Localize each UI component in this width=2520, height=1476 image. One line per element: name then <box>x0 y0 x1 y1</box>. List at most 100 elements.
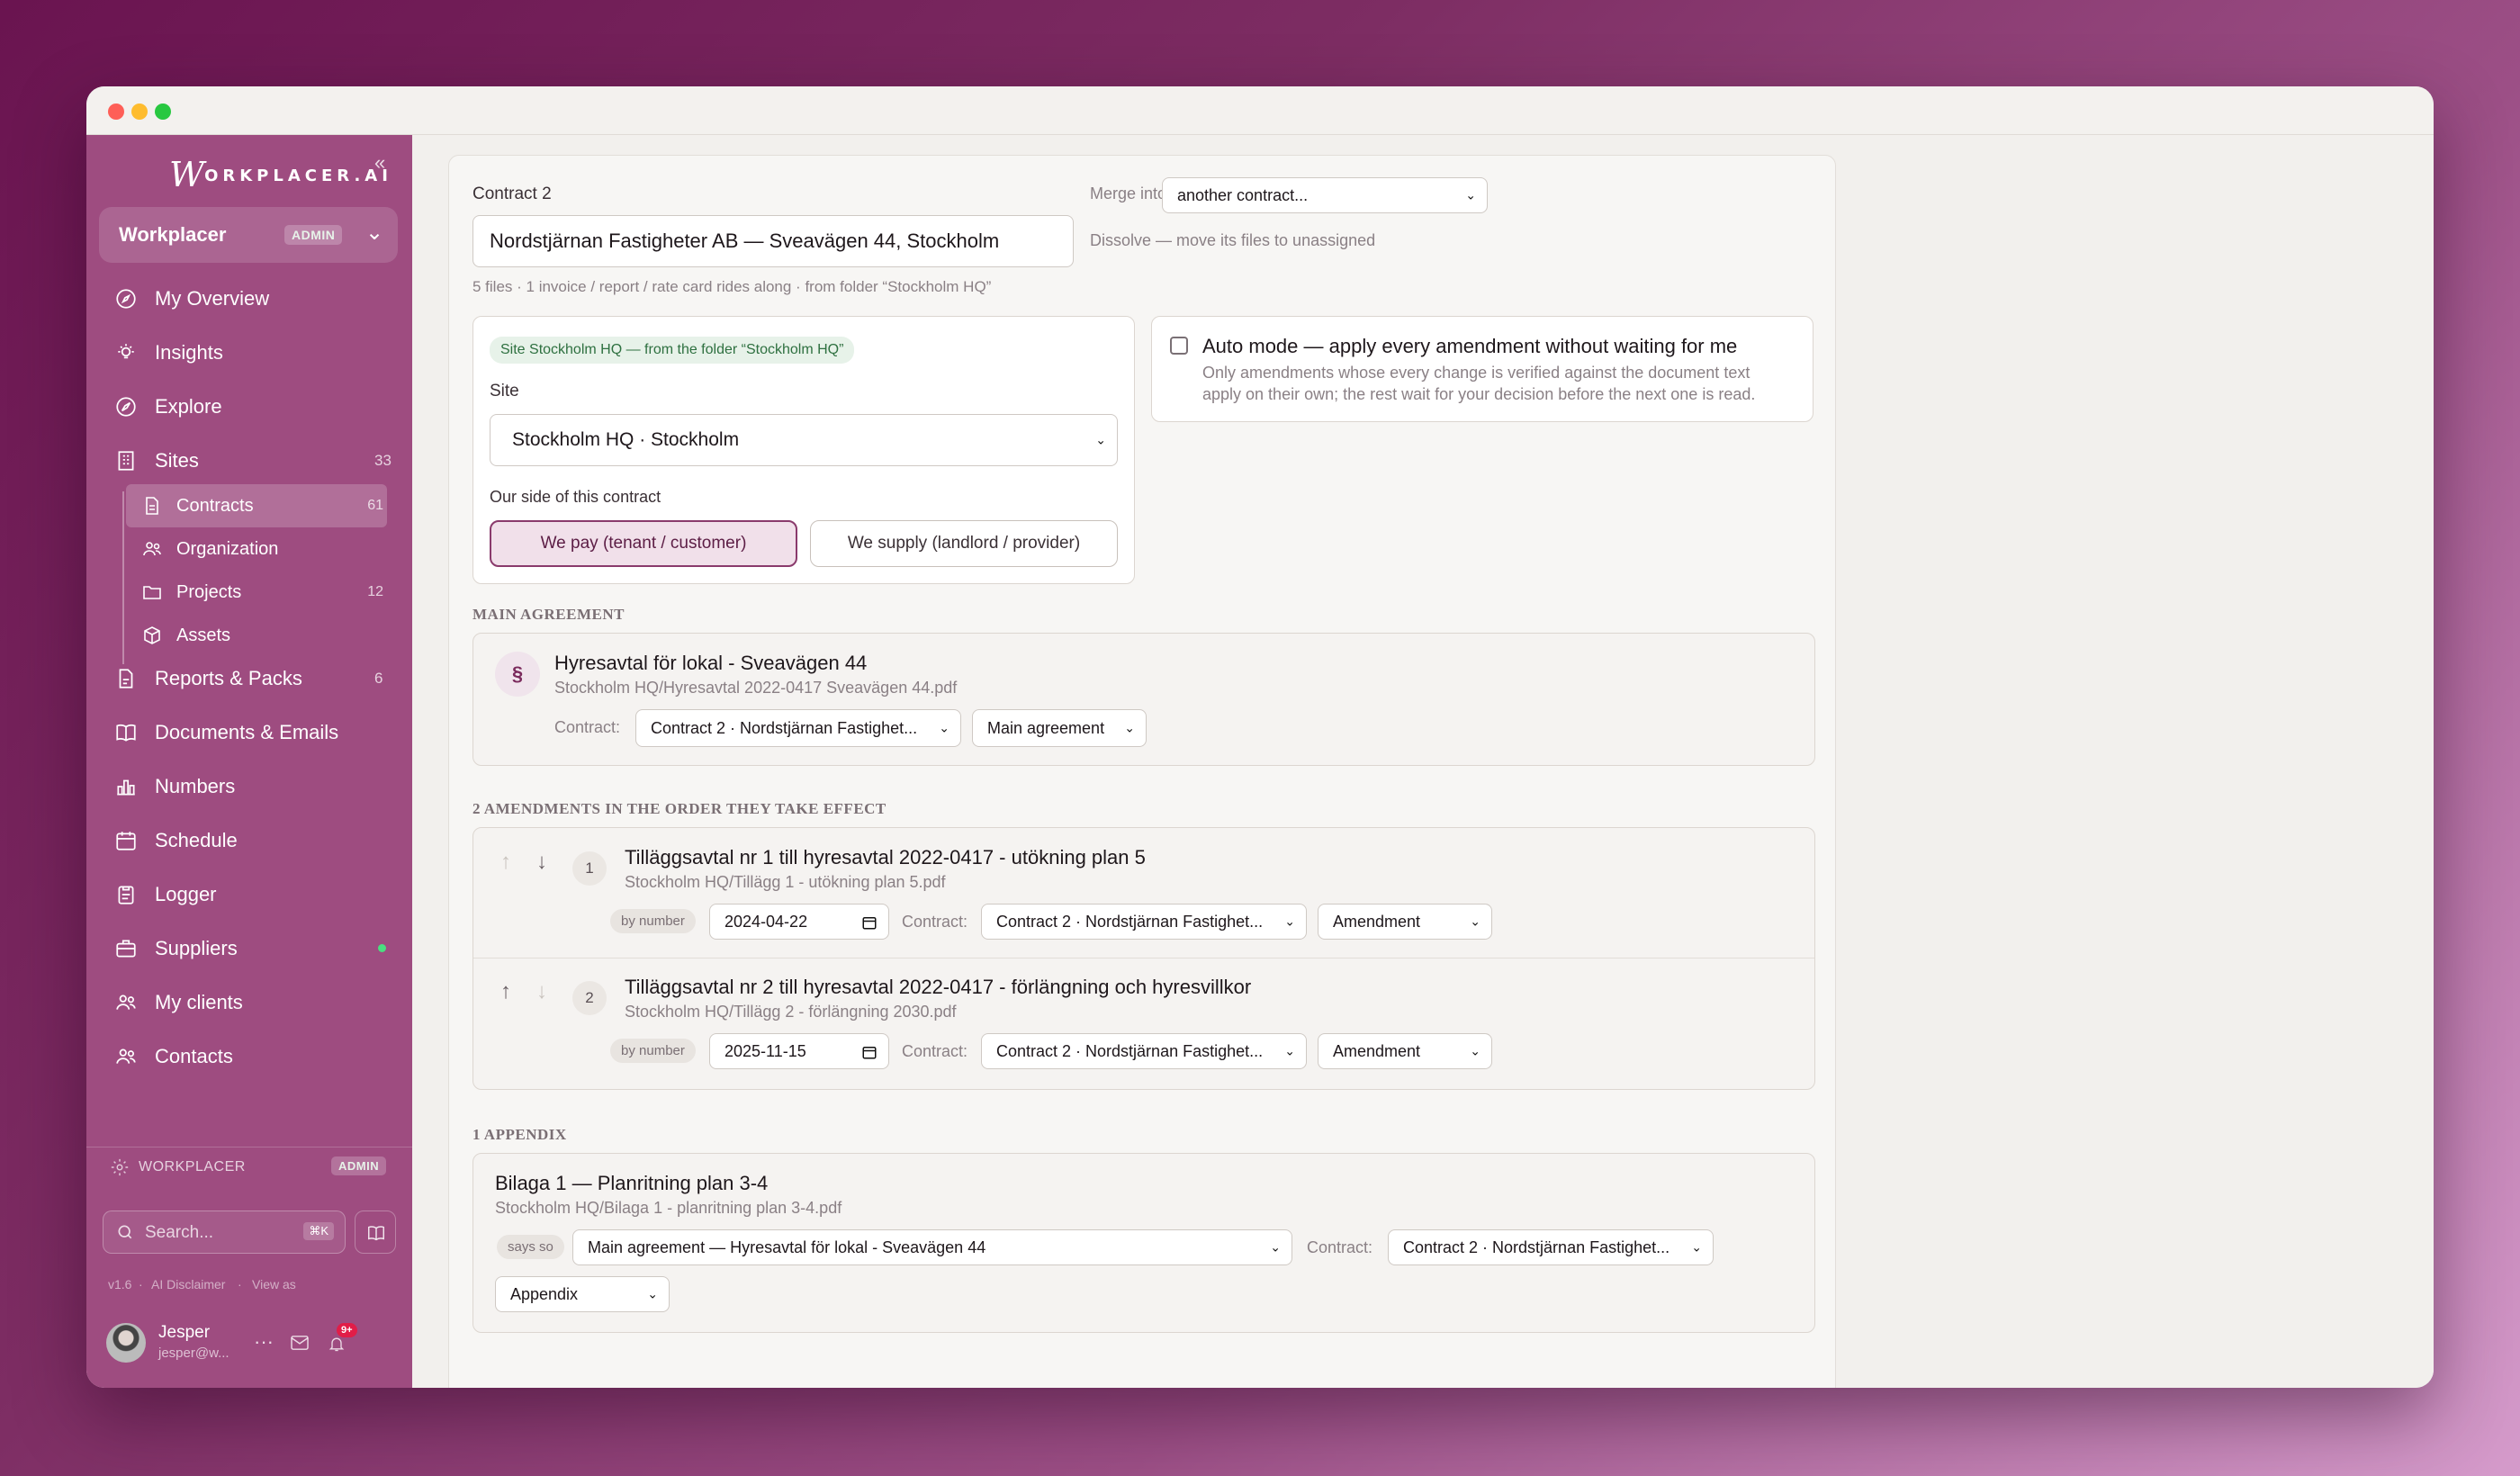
nav-documents-emails[interactable]: Documents & Emails <box>113 720 338 745</box>
calendar-icon <box>113 828 139 853</box>
chevron-down-icon: ⌄ <box>1284 1043 1295 1058</box>
merge-into-select[interactable]: another contract... ⌄ <box>1162 177 1488 213</box>
user-name: Jesper <box>158 1323 211 1342</box>
mail-icon[interactable] <box>290 1335 310 1355</box>
doc-type-value: Amendment <box>1333 912 1421 931</box>
projects-count: 12 <box>367 584 383 599</box>
chevron-down-icon: ⌄ <box>1270 1239 1281 1255</box>
chevron-down-icon: ⌄ <box>1470 1043 1480 1058</box>
view-as-link[interactable]: View as <box>252 1277 296 1292</box>
contract-value: Contract 2 · Nordstjärnan Fastighet... <box>996 912 1264 931</box>
order-source-chip: by number <box>610 909 696 933</box>
workspace-switcher[interactable]: Workplacer ADMIN ⌄ <box>99 207 398 263</box>
parent-value: Main agreement — Hyresavtal för lokal - … <box>588 1238 986 1256</box>
avatar[interactable] <box>106 1323 146 1363</box>
merge-label: Merge into: <box>1090 184 1172 202</box>
subnav-label: Assets <box>176 625 231 645</box>
gear-icon <box>110 1157 130 1177</box>
lightbulb-icon <box>113 340 139 365</box>
we-pay-label: We pay (tenant / customer) <box>540 534 747 553</box>
calendar-icon <box>861 1044 878 1065</box>
contract-select[interactable]: Contract 2 · Nordstjärnan Fastighet... ⌄ <box>635 709 961 747</box>
order-source-chip: by number <box>610 1039 696 1063</box>
contract-select[interactable]: Contract 2 · Nordstjärnan Fastighet... ⌄ <box>1388 1229 1714 1265</box>
maximize-window-button[interactable] <box>155 104 171 120</box>
contract-meta: 5 files · 1 invoice / report / rate card… <box>472 278 992 295</box>
subnav-contracts[interactable]: Contracts 61 <box>126 484 387 527</box>
move-down-icon[interactable]: ↓ <box>536 850 547 875</box>
briefcase-icon <box>113 936 139 961</box>
subnav-projects[interactable]: Projects 12 <box>126 571 387 614</box>
document-title: Tilläggsavtal nr 1 till hyresavtal 2022-… <box>625 846 1146 868</box>
close-window-button[interactable] <box>108 104 124 120</box>
book-open-icon <box>366 1223 386 1247</box>
move-up-icon[interactable]: ↑ <box>500 979 511 1004</box>
cube-icon <box>140 624 164 647</box>
nav-label: Sites <box>155 449 199 472</box>
subnav-organization[interactable]: Organization <box>126 527 387 571</box>
nav-explore[interactable]: Explore <box>113 394 222 419</box>
clipboard-icon <box>113 882 139 907</box>
subnav-assets[interactable]: Assets <box>126 614 387 657</box>
doc-type-select[interactable]: Appendix ⌄ <box>495 1276 670 1312</box>
contract-label: Contract: <box>554 718 621 736</box>
nav-logger[interactable]: Logger <box>113 882 217 907</box>
effective-date-input[interactable]: 2024-04-22 <box>709 904 889 940</box>
subnav-label: Contracts <box>176 495 254 516</box>
chevron-down-icon: ⌄ <box>1691 1239 1702 1255</box>
contacts-icon <box>113 1044 139 1069</box>
explore-icon <box>113 394 139 419</box>
user-email: jesper@w... <box>158 1346 230 1361</box>
document-path: Stockholm HQ/Tillägg 1 - utökning plan 5… <box>625 873 946 891</box>
more-icon[interactable]: ··· <box>254 1330 274 1354</box>
dissolve-button[interactable]: Dissolve — move its files to unassigned <box>1090 231 1375 250</box>
contract-select[interactable]: Contract 2 · Nordstjärnan Fastighet... ⌄ <box>981 1033 1307 1069</box>
auto-mode-checkbox[interactable] <box>1170 337 1188 355</box>
nav-reports-packs[interactable]: Reports & Packs 6 <box>113 666 392 691</box>
search-placeholder: Search... <box>145 1223 214 1242</box>
org-settings[interactable]: WORKPLACER ADMIN <box>110 1154 389 1181</box>
contract-select[interactable]: Contract 2 · Nordstjärnan Fastighet... ⌄ <box>981 904 1307 940</box>
app-window: WORKPLACER.AI « Workplacer ADMIN ⌄ My Ov… <box>86 86 2434 1388</box>
clients-icon <box>113 990 139 1015</box>
collapse-sidebar-icon[interactable]: « <box>374 151 385 175</box>
nav-my-clients[interactable]: My clients <box>113 990 243 1015</box>
nav-sites[interactable]: Sites 33 <box>113 448 392 473</box>
bell-icon[interactable] <box>328 1334 346 1358</box>
doc-type-select[interactable]: Main agreement ⌄ <box>972 709 1147 747</box>
parent-document-select[interactable]: Main agreement — Hyresavtal för lokal - … <box>572 1229 1292 1265</box>
book-icon <box>113 720 139 745</box>
site-select[interactable]: Stockholm HQ · Stockholm ⌄ <box>490 414 1118 466</box>
nav-label: My Overview <box>155 287 270 310</box>
search-input[interactable]: Search... ⌘K <box>103 1210 346 1254</box>
doc-type-select[interactable]: Amendment ⌄ <box>1318 1033 1492 1069</box>
nav-label: Insights <box>155 341 223 364</box>
document-title: Tilläggsavtal nr 2 till hyresavtal 2022-… <box>625 976 1252 998</box>
ai-disclaimer-link[interactable]: AI Disclaimer <box>151 1277 225 1292</box>
nav-contacts[interactable]: Contacts <box>113 1044 233 1069</box>
contract-name-value: Nordstjärnan Fastigheter AB — Sveavägen … <box>490 230 1000 252</box>
nav-schedule[interactable]: Schedule <box>113 828 238 853</box>
nav-label: Explore <box>155 395 222 418</box>
minimize-window-button[interactable] <box>131 104 148 120</box>
bar-chart-icon <box>113 774 139 799</box>
auto-mode-panel: Auto mode — apply every amendment withou… <box>1151 316 1814 422</box>
admin-badge: ADMIN <box>284 225 343 245</box>
docs-button[interactable] <box>355 1210 396 1254</box>
nav-insights[interactable]: Insights <box>113 340 223 365</box>
nav-numbers[interactable]: Numbers <box>113 774 235 799</box>
doc-type-select[interactable]: Amendment ⌄ <box>1318 904 1492 940</box>
sites-count: 33 <box>374 452 392 469</box>
title-bar <box>86 86 2434 135</box>
contract-name-input[interactable]: Nordstjärnan Fastigheter AB — Sveavägen … <box>472 215 1074 267</box>
we-pay-option[interactable]: We pay (tenant / customer) <box>490 520 797 567</box>
nav-my-overview[interactable]: My Overview <box>113 286 269 311</box>
search-shortcut: ⌘K <box>303 1222 334 1240</box>
section-appendix: 1 APPENDIX <box>472 1126 567 1143</box>
nav-label: Reports & Packs <box>155 667 302 689</box>
subnav-label: Projects <box>176 581 242 602</box>
we-supply-option[interactable]: We supply (landlord / provider) <box>810 520 1118 567</box>
contract-label: Contract: <box>1307 1238 1373 1256</box>
nav-suppliers[interactable]: Suppliers <box>113 936 392 961</box>
effective-date-input[interactable]: 2025-11-15 <box>709 1033 889 1069</box>
